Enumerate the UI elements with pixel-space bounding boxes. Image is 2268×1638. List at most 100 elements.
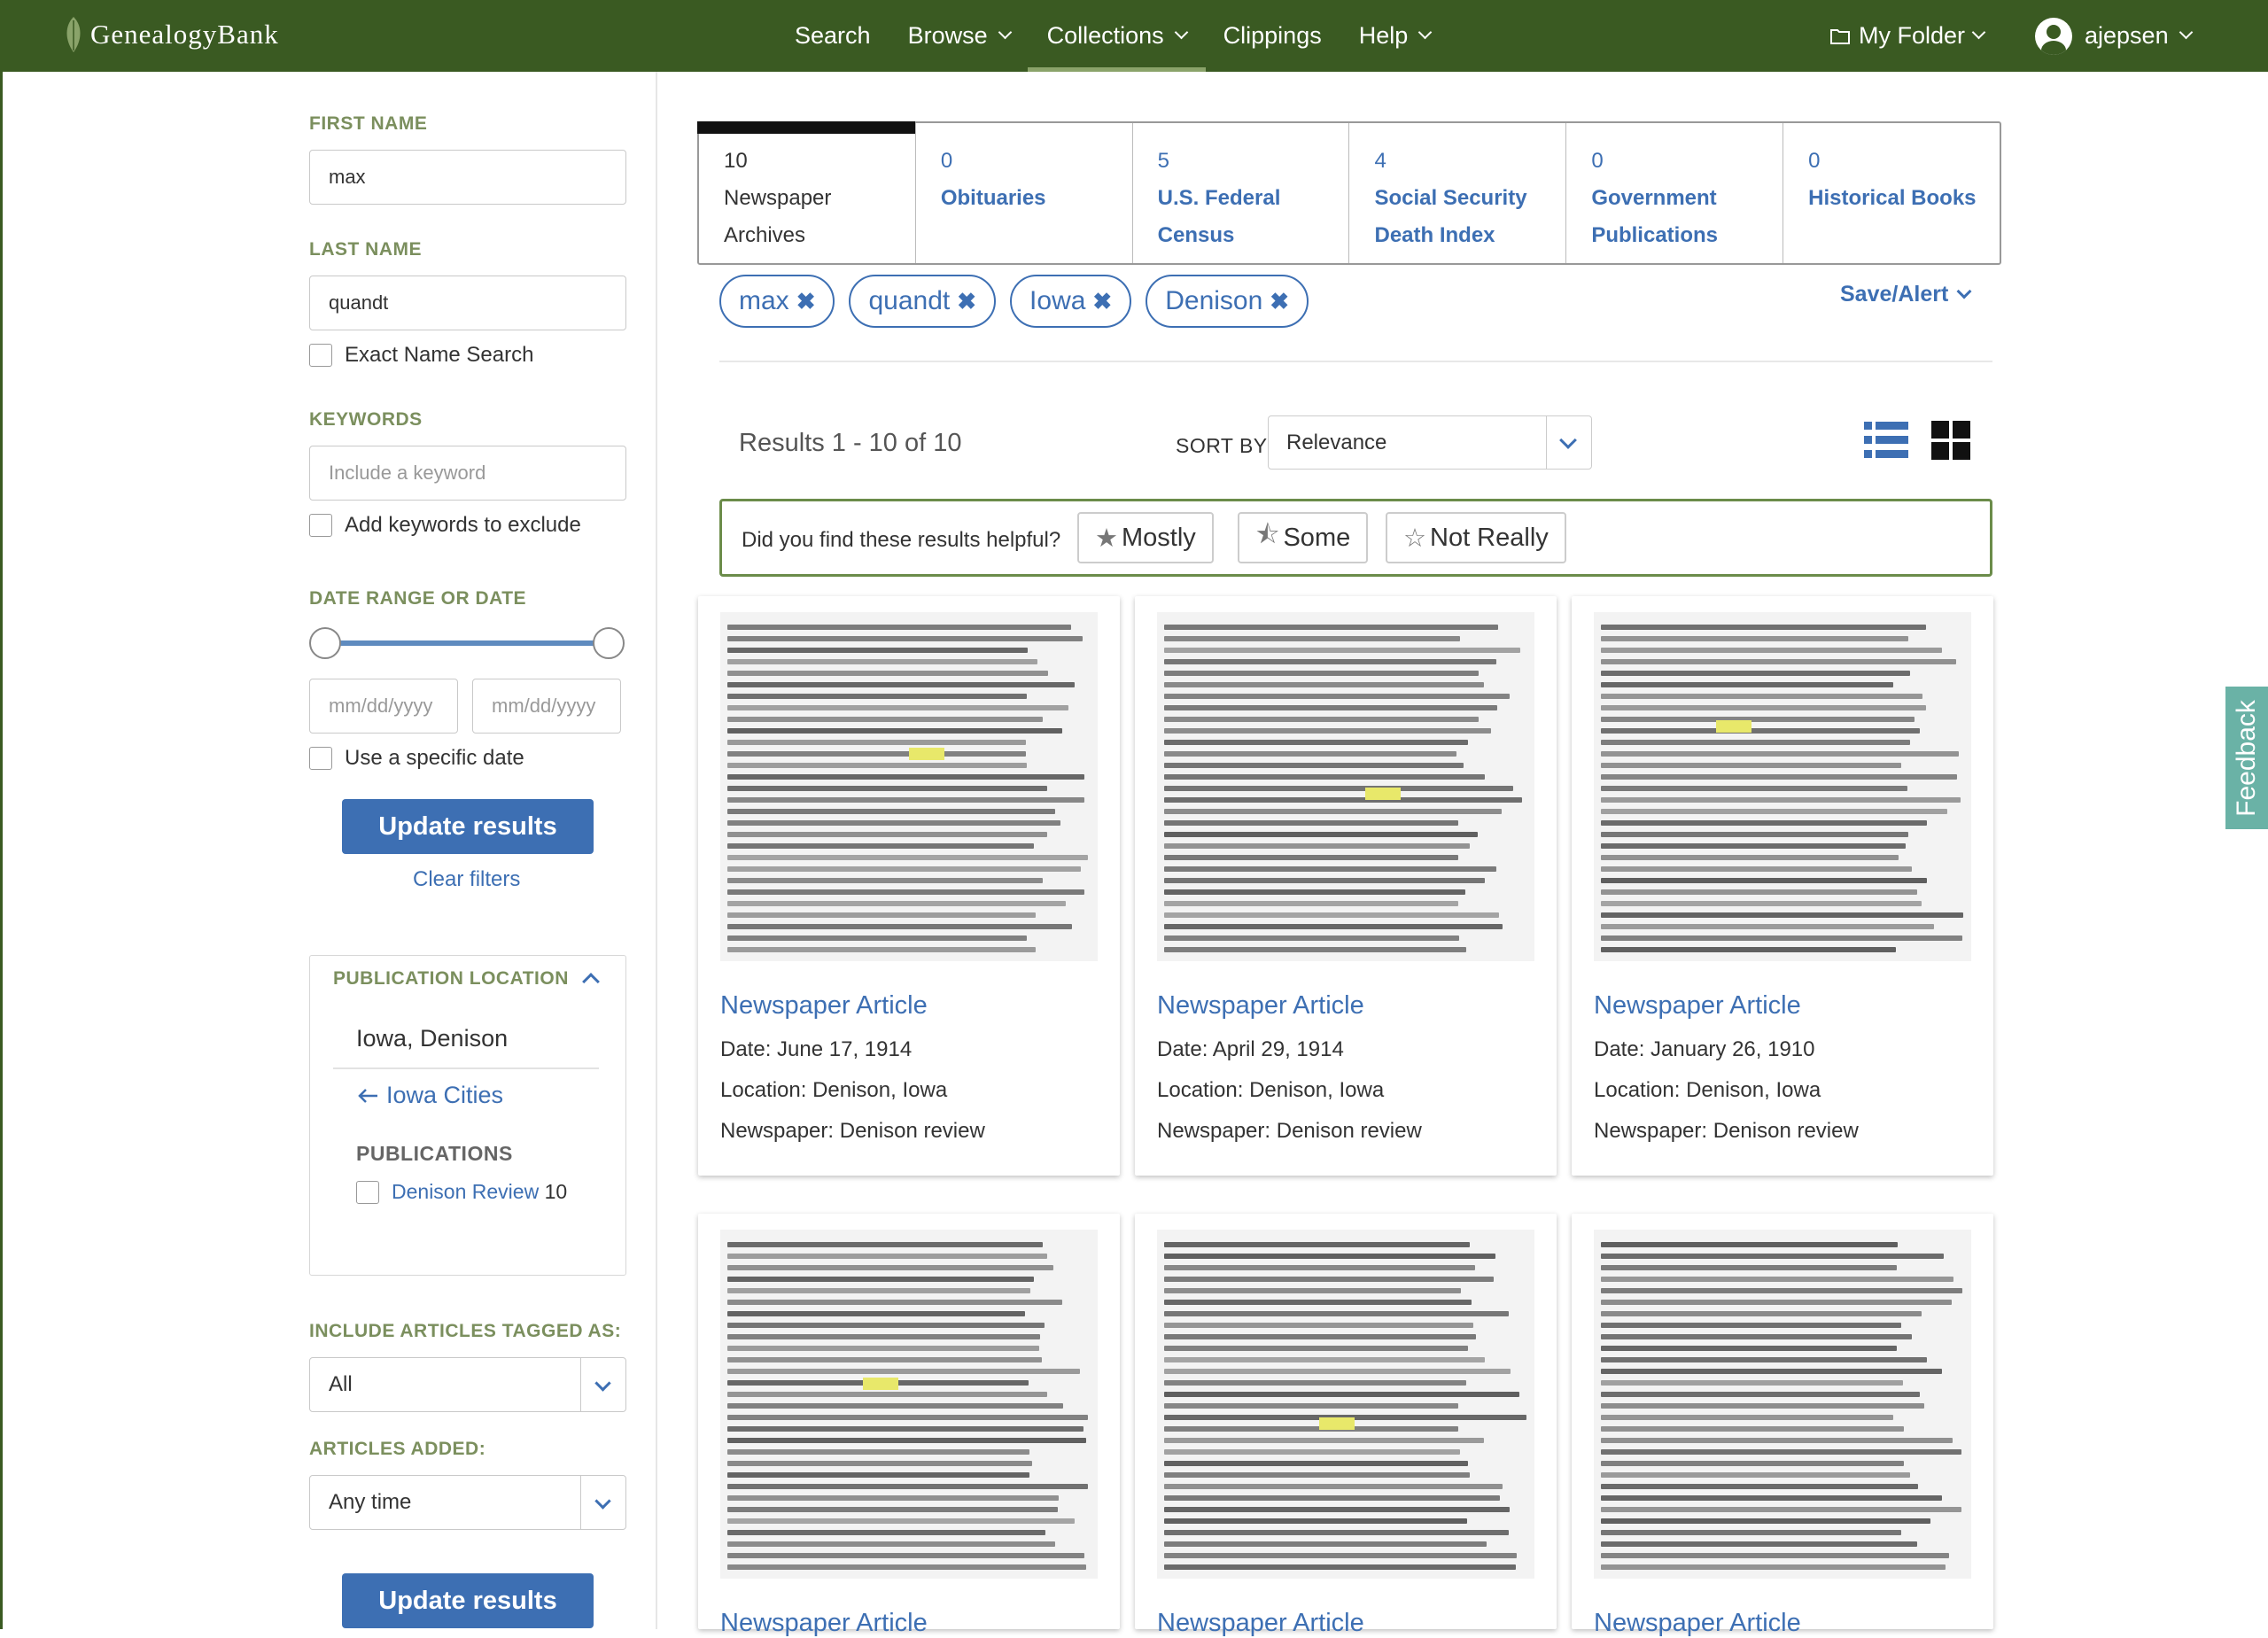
mostly-button[interactable]: ★ Mostly bbox=[1077, 512, 1214, 563]
user-menu[interactable]: ajepsen bbox=[2035, 0, 2193, 72]
tab-social-security-death-index[interactable]: 4 Social Security Death Index bbox=[1349, 123, 1567, 263]
helpful-feedback-bar: Did you find these results helpful? ★ Mo… bbox=[719, 499, 1992, 577]
exact-name-checkbox[interactable] bbox=[309, 344, 332, 367]
card-title[interactable]: Newspaper Article bbox=[720, 1609, 928, 1638]
last-name-input[interactable]: quandt bbox=[309, 276, 626, 330]
newsprint-text-line bbox=[1164, 625, 1498, 630]
newspaper-thumbnail[interactable] bbox=[1157, 612, 1534, 961]
keyword-input[interactable]: Include a keyword bbox=[309, 446, 626, 501]
newsprint-text-line bbox=[727, 878, 1043, 883]
result-card[interactable]: Newspaper Article Date: January 26, 1910… bbox=[1572, 596, 1993, 1176]
exclude-keywords-checkbox[interactable] bbox=[309, 514, 332, 537]
close-icon[interactable]: ✖ bbox=[796, 288, 816, 315]
newspaper-thumbnail[interactable] bbox=[1594, 612, 1971, 961]
newsprint-text-line bbox=[1601, 889, 1917, 895]
newspaper-thumbnail[interactable] bbox=[720, 612, 1098, 961]
newspaper-thumbnail[interactable] bbox=[1594, 1230, 1971, 1579]
nav-collections[interactable]: Collections bbox=[1027, 0, 1206, 72]
publication-checkbox[interactable] bbox=[356, 1180, 379, 1204]
username: ajepsen bbox=[2085, 22, 2169, 49]
newsprint-text-line bbox=[1164, 671, 1479, 676]
newsprint-text-line bbox=[727, 1300, 1062, 1305]
result-card[interactable]: Newspaper Article bbox=[698, 1214, 1120, 1637]
result-card[interactable]: Newspaper Article bbox=[1572, 1214, 1993, 1637]
newsprint-text-line bbox=[1601, 1472, 1910, 1478]
update-results-button[interactable]: Update results bbox=[342, 799, 594, 854]
tab-historical-books[interactable]: 0 Historical Books bbox=[1783, 123, 2000, 263]
newsprint-text-line bbox=[1164, 1484, 1503, 1489]
chip-denison[interactable]: Denison ✖ bbox=[1146, 275, 1309, 328]
first-name-label: FIRST NAME bbox=[309, 113, 428, 134]
card-title[interactable]: Newspaper Article bbox=[1594, 991, 1801, 1021]
chevron-up-icon[interactable] bbox=[582, 973, 600, 990]
feedback-tab[interactable]: Feedback bbox=[2225, 687, 2268, 829]
update-results-button-bottom[interactable]: Update results bbox=[342, 1573, 594, 1628]
close-icon[interactable]: ✖ bbox=[1092, 288, 1112, 315]
card-date: Date: April 29, 1914 bbox=[1157, 1037, 1344, 1061]
newsprint-text-line bbox=[1164, 935, 1459, 941]
genealogybank-logo[interactable]: GenealogyBank bbox=[62, 5, 279, 64]
chevron-down-icon bbox=[1971, 25, 1986, 40]
nav-browse[interactable]: Browse bbox=[908, 0, 1012, 72]
chip-iowa[interactable]: Iowa ✖ bbox=[1010, 275, 1132, 328]
tagged-select[interactable]: All bbox=[309, 1357, 626, 1412]
result-card[interactable]: Newspaper Article bbox=[1135, 1214, 1557, 1637]
date-range-end-handle[interactable] bbox=[593, 627, 625, 659]
chip-max[interactable]: max ✖ bbox=[719, 275, 835, 328]
date-from-input[interactable]: mm/dd/yyyy bbox=[309, 679, 458, 734]
tab-newspaper-archives[interactable]: 10 Newspaper Archives bbox=[697, 121, 916, 263]
newsprint-text-line bbox=[727, 912, 1036, 918]
newspaper-thumbnail[interactable] bbox=[1157, 1230, 1534, 1579]
date-range-slider-track[interactable] bbox=[325, 640, 610, 646]
card-title[interactable]: Newspaper Article bbox=[1157, 1609, 1364, 1638]
newsprint-text-line bbox=[1601, 947, 1896, 952]
newsprint-text-line bbox=[727, 924, 1072, 929]
close-icon[interactable]: ✖ bbox=[1270, 288, 1289, 315]
card-title[interactable]: Newspaper Article bbox=[1594, 1609, 1801, 1638]
tab-obituaries[interactable]: 0 Obituaries bbox=[916, 123, 1133, 263]
newspaper-thumbnail[interactable] bbox=[720, 1230, 1098, 1579]
date-range-start-handle[interactable] bbox=[309, 627, 341, 659]
result-card[interactable]: Newspaper Article Date: April 29, 1914 L… bbox=[1135, 596, 1557, 1176]
date-to-input[interactable]: mm/dd/yyyy bbox=[472, 679, 621, 734]
articles-added-select[interactable]: Any time bbox=[309, 1475, 626, 1530]
nav-help[interactable]: Help bbox=[1359, 0, 1433, 72]
newsprint-text-line bbox=[1164, 1357, 1485, 1362]
nav-clippings-label: Clippings bbox=[1223, 22, 1322, 49]
publication-filter-row[interactable]: Denison Review 10 bbox=[356, 1180, 567, 1204]
tab-label: Government bbox=[1591, 186, 1717, 210]
specific-date-checkbox[interactable] bbox=[309, 747, 332, 770]
newsprint-text-line bbox=[1601, 751, 1959, 757]
result-card[interactable]: Newspaper Article Date: June 17, 1914 Lo… bbox=[698, 596, 1120, 1176]
sort-select[interactable]: Relevance bbox=[1268, 415, 1592, 470]
nav-clippings[interactable]: Clippings bbox=[1223, 0, 1322, 72]
save-alert-menu[interactable]: Save/Alert bbox=[1840, 282, 1972, 307]
tab-government-publications[interactable]: 0 Government Publications bbox=[1566, 123, 1784, 263]
star-filled-icon: ★ bbox=[1095, 524, 1118, 553]
tab-us-federal-census[interactable]: 5 U.S. Federal Census bbox=[1133, 123, 1350, 263]
my-folder-menu[interactable]: My Folder bbox=[1830, 0, 1986, 72]
close-icon[interactable]: ✖ bbox=[957, 288, 976, 315]
publication-name[interactable]: Denison Review bbox=[392, 1180, 539, 1203]
exact-name-checkbox-row[interactable]: Exact Name Search bbox=[309, 343, 533, 368]
card-title[interactable]: Newspaper Article bbox=[720, 991, 928, 1021]
iowa-cities-link[interactable]: Iowa Cities bbox=[356, 1082, 503, 1109]
some-button[interactable]: ⯪ Some bbox=[1238, 512, 1369, 563]
nav-search[interactable]: Search bbox=[795, 0, 871, 72]
newsprint-text-line bbox=[1164, 1323, 1473, 1328]
newsprint-text-line bbox=[1164, 1449, 1460, 1455]
grid-view-icon[interactable] bbox=[1931, 420, 1970, 461]
exclude-keywords-label: Add keywords to exclude bbox=[345, 513, 581, 537]
first-name-input[interactable]: max bbox=[309, 150, 626, 205]
not-really-button[interactable]: ☆ Not Really bbox=[1386, 512, 1566, 563]
chip-quandt[interactable]: quandt ✖ bbox=[849, 275, 997, 328]
card-title[interactable]: Newspaper Article bbox=[1157, 991, 1364, 1021]
newsprint-text-line bbox=[1601, 924, 1934, 929]
divider bbox=[719, 361, 1992, 362]
clear-filters-link[interactable]: Clear filters bbox=[413, 867, 520, 892]
specific-date-row[interactable]: Use a specific date bbox=[309, 746, 524, 771]
exclude-keywords-row[interactable]: Add keywords to exclude bbox=[309, 513, 581, 538]
list-view-icon[interactable] bbox=[1864, 420, 1908, 461]
newsprint-text-line bbox=[1164, 1392, 1519, 1397]
chevron-down-icon bbox=[1174, 25, 1188, 40]
